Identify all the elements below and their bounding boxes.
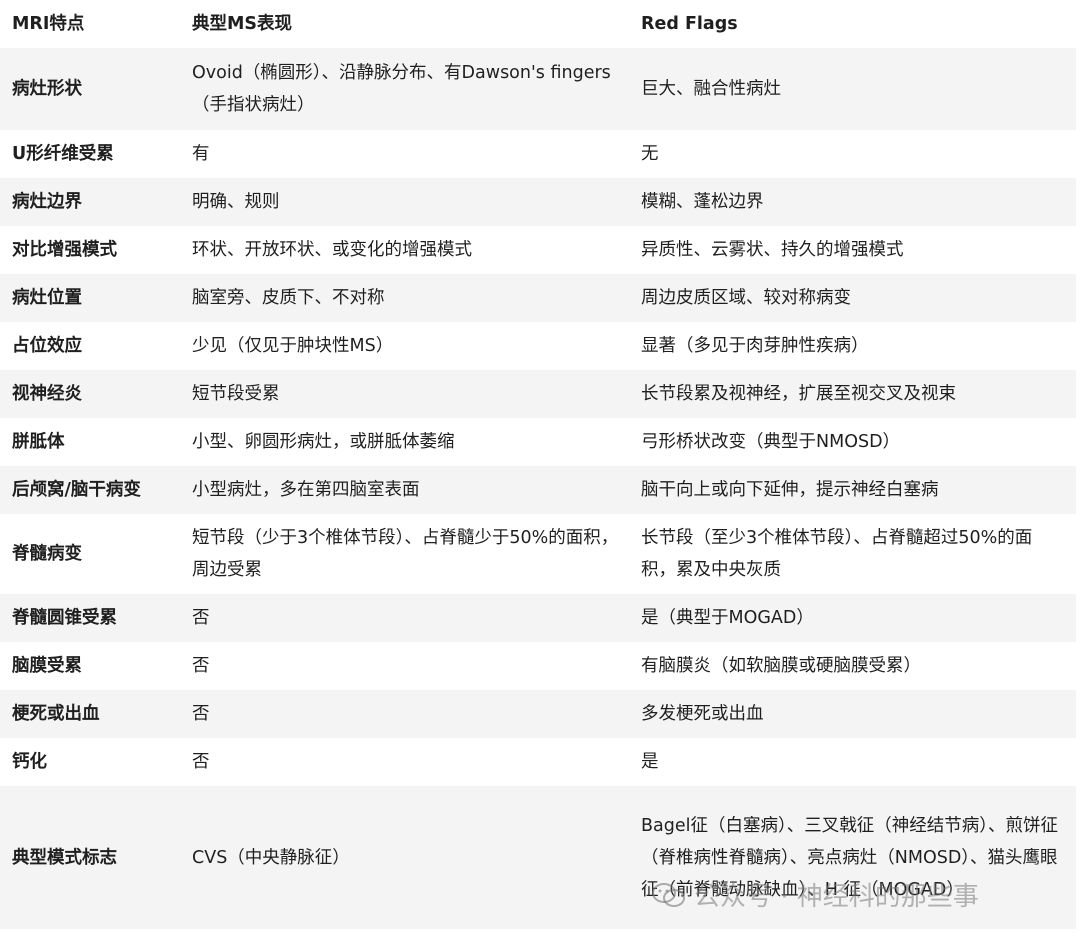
red-flag-cell: 无 [641,144,659,164]
red-flag-cell: 是（典型于MOGAD） [641,608,814,628]
ms-cell: 短节段（少于3个椎体节段）、占脊髓少于50%的面积，周边受累 [192,528,619,580]
feature-cell: 病灶边界 [12,192,82,212]
red-flag-cell: 有脑膜炎（如软脑膜或硬脑膜受累） [641,656,921,676]
table-row: 脊髓圆锥受累 否 是（典型于MOGAD） [0,594,1076,642]
ms-cell: 脑室旁、皮质下、不对称 [192,288,385,308]
ms-cell: 有 [192,144,210,164]
feature-cell: 典型模式标志 [12,847,117,868]
table-row: 钙化 否 是 [0,738,1076,786]
red-flag-cell: 长节段累及视神经，扩展至视交叉及视束 [641,384,956,404]
ms-cell: Ovoid（椭圆形）、沿静脉分布、有Dawson's fingers（手指状病灶… [192,63,611,115]
table-row: 后颅窝/脑干病变 小型病灶，多在第四脑室表面 脑干向上或向下延伸，提示神经白塞病 [0,466,1076,514]
ms-cell: 少见（仅见于肿块性MS） [192,336,394,356]
wechat-icon [652,882,685,907]
red-flag-cell: 弓形桥状改变（典型于NMOSD） [641,432,901,452]
ms-cell: 否 [192,752,210,772]
feature-cell: 脊髓圆锥受累 [12,608,117,628]
table-row: 胼胝体 小型、卵圆形病灶，或胼胝体萎缩 弓形桥状改变（典型于NMOSD） [0,418,1076,466]
feature-cell: U形纤维受累 [12,144,114,164]
red-flag-cell: 是 [641,752,659,772]
red-flag-cell: 多发梗死或出血 [641,704,764,724]
table-row: U形纤维受累 有 无 [0,130,1076,178]
feature-cell: 梗死或出血 [12,704,100,724]
red-flag-cell: 显著（多见于肉芽肿性疾病） [641,336,869,356]
ms-cell: 否 [192,608,210,628]
ms-cell: 否 [192,656,210,676]
table-header-row: MRI特点 典型MS表现 Red Flags [0,0,1076,48]
table-row: 脊髓病变 短节段（少于3个椎体节段）、占脊髓少于50%的面积，周边受累 长节段（… [0,514,1076,594]
table-row: 病灶形状 Ovoid（椭圆形）、沿静脉分布、有Dawson's fingers（… [0,48,1076,130]
header-typical-ms: 典型MS表现 [180,0,629,48]
red-flag-cell: 巨大、融合性病灶 [641,79,781,99]
ms-cell: 环状、开放环状、或变化的增强模式 [192,240,472,260]
watermark-text: 公众号 · 神经科的那些事 [694,882,979,912]
table-row: 病灶边界 明确、规则 模糊、蓬松边界 [0,178,1076,226]
ms-cell: 明确、规则 [192,192,280,212]
feature-cell: 钙化 [12,752,47,772]
red-flag-cell: 周边皮质区域、较对称病变 [641,288,851,308]
table-row: 对比增强模式 环状、开放环状、或变化的增强模式 异质性、云雾状、持久的增强模式 [0,226,1076,274]
ms-cell: 小型病灶，多在第四脑室表面 [192,480,420,500]
watermark: 公众号 · 神经科的那些事 [652,876,979,913]
ms-cell: 否 [192,704,210,724]
table-row: 视神经炎 短节段受累 长节段累及视神经，扩展至视交叉及视束 [0,370,1076,418]
red-flag-cell: 模糊、蓬松边界 [641,192,764,212]
feature-cell: 对比增强模式 [12,240,117,260]
header-mri-feature: MRI特点 [0,0,180,48]
feature-cell: 后颅窝/脑干病变 [12,480,141,500]
feature-cell: 胼胝体 [12,432,65,452]
table-row: 占位效应 少见（仅见于肿块性MS） 显著（多见于肉芽肿性疾病） [0,322,1076,370]
feature-cell: 脊髓病变 [12,544,82,564]
header-red-flags: Red Flags [629,0,1076,48]
feature-cell: 脑膜受累 [12,656,82,676]
table-row: 脑膜受累 否 有脑膜炎（如软脑膜或硬脑膜受累） [0,642,1076,690]
mri-comparison-table: MRI特点 典型MS表现 Red Flags 病灶形状 Ovoid（椭圆形）、沿… [0,0,1076,929]
ms-cell: 小型、卵圆形病灶，或胼胝体萎缩 [192,432,455,452]
feature-cell: 病灶位置 [12,288,82,308]
feature-cell: 占位效应 [12,336,82,356]
ms-cell: 短节段受累 [192,384,280,404]
table-row: 病灶位置 脑室旁、皮质下、不对称 周边皮质区域、较对称病变 [0,274,1076,322]
feature-cell: 病灶形状 [12,79,82,99]
feature-cell: 视神经炎 [12,384,82,404]
red-flag-cell: 异质性、云雾状、持久的增强模式 [641,240,904,260]
table-row: 梗死或出血 否 多发梗死或出血 [0,690,1076,738]
red-flag-cell: 脑干向上或向下延伸，提示神经白塞病 [641,480,939,500]
ms-cell: CVS（中央静脉征） [192,847,350,868]
red-flag-cell: 长节段（至少3个椎体节段）、占脊髓超过50%的面积，累及中央灰质 [641,528,1033,580]
